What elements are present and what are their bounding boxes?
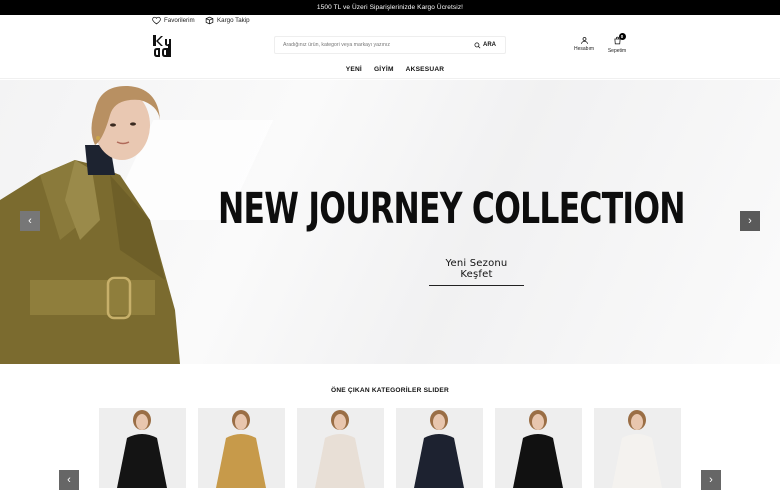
category-card-beige-coat[interactable] [297, 408, 384, 488]
heart-icon [152, 16, 161, 25]
chevron-right-icon: › [709, 474, 713, 486]
search-button[interactable]: ARA [474, 42, 505, 49]
main-nav: YENİ GİYİM AKSESUAR [0, 66, 780, 73]
site-header: ARA Hesabım 0 Sepetim YENİ GİYİM AKSESUA… [0, 27, 780, 79]
category-image [396, 408, 483, 488]
utility-bar: Favorilerim Kargo Takip [0, 15, 780, 27]
box-icon [205, 16, 214, 25]
category-card-mustard-ruffle[interactable] [198, 408, 285, 488]
cart-count-badge: 0 [618, 33, 626, 40]
cart-label: Sepetim [607, 48, 627, 54]
announcement-text: 1500 TL ve Üzeri Siparişlerinizde Kargo … [316, 4, 464, 11]
favorites-label: Favorilerim [164, 17, 195, 24]
favorites-link[interactable]: Favorilerim [152, 16, 195, 25]
account-label: Hesabım [573, 46, 594, 52]
category-image [495, 408, 582, 488]
category-image [594, 408, 681, 488]
category-card-white-dress[interactable] [594, 408, 681, 488]
hero-banner[interactable]: NEW JOURNEY COLLECTION Yeni Sezonu Keşfe… [0, 80, 780, 364]
category-prev-button[interactable]: ‹ [59, 470, 79, 490]
nav-item-new[interactable]: YENİ [346, 66, 362, 73]
category-card-navy-trench[interactable] [396, 408, 483, 488]
user-icon [580, 37, 588, 44]
announcement-bar: 1500 TL ve Üzeri Siparişlerinizde Kargo … [0, 0, 780, 15]
category-image [198, 408, 285, 488]
brand-logo-mark [153, 35, 171, 57]
category-slider [99, 408, 687, 488]
cargo-tracking-label: Kargo Takip [217, 17, 250, 24]
hero-cta-link[interactable]: Yeni Sezonu Keşfet [429, 258, 524, 286]
brand-logo[interactable] [152, 33, 178, 59]
chevron-right-icon: › [748, 215, 752, 227]
category-card-black-coat[interactable] [99, 408, 186, 488]
search-box: ARA [274, 36, 506, 54]
cart-icon-wrap: 0 [613, 33, 626, 47]
category-card-black-cape[interactable] [495, 408, 582, 488]
category-next-button[interactable]: › [701, 470, 721, 490]
cart-button[interactable]: 0 Sepetim [605, 33, 629, 54]
featured-categories-title: ÖNE ÇIKAN KATEGORİLER SLIDER [331, 387, 449, 394]
category-image [297, 408, 384, 488]
chevron-left-icon: ‹ [67, 474, 71, 486]
cargo-tracking-link[interactable]: Kargo Takip [205, 16, 250, 25]
category-image [99, 408, 186, 488]
hero-next-button[interactable]: › [740, 211, 760, 231]
account-button[interactable]: Hesabım [571, 36, 597, 52]
nav-item-accessories[interactable]: AKSESUAR [406, 66, 445, 73]
hero-prev-button[interactable]: ‹ [20, 211, 40, 231]
chevron-left-icon: ‹ [28, 215, 32, 227]
search-button-label: ARA [483, 42, 496, 48]
search-icon [474, 42, 481, 48]
hero-title: NEW JOURNEY COLLECTION [218, 184, 686, 234]
search-input[interactable] [275, 37, 474, 53]
nav-item-clothing[interactable]: GİYİM [374, 66, 394, 73]
